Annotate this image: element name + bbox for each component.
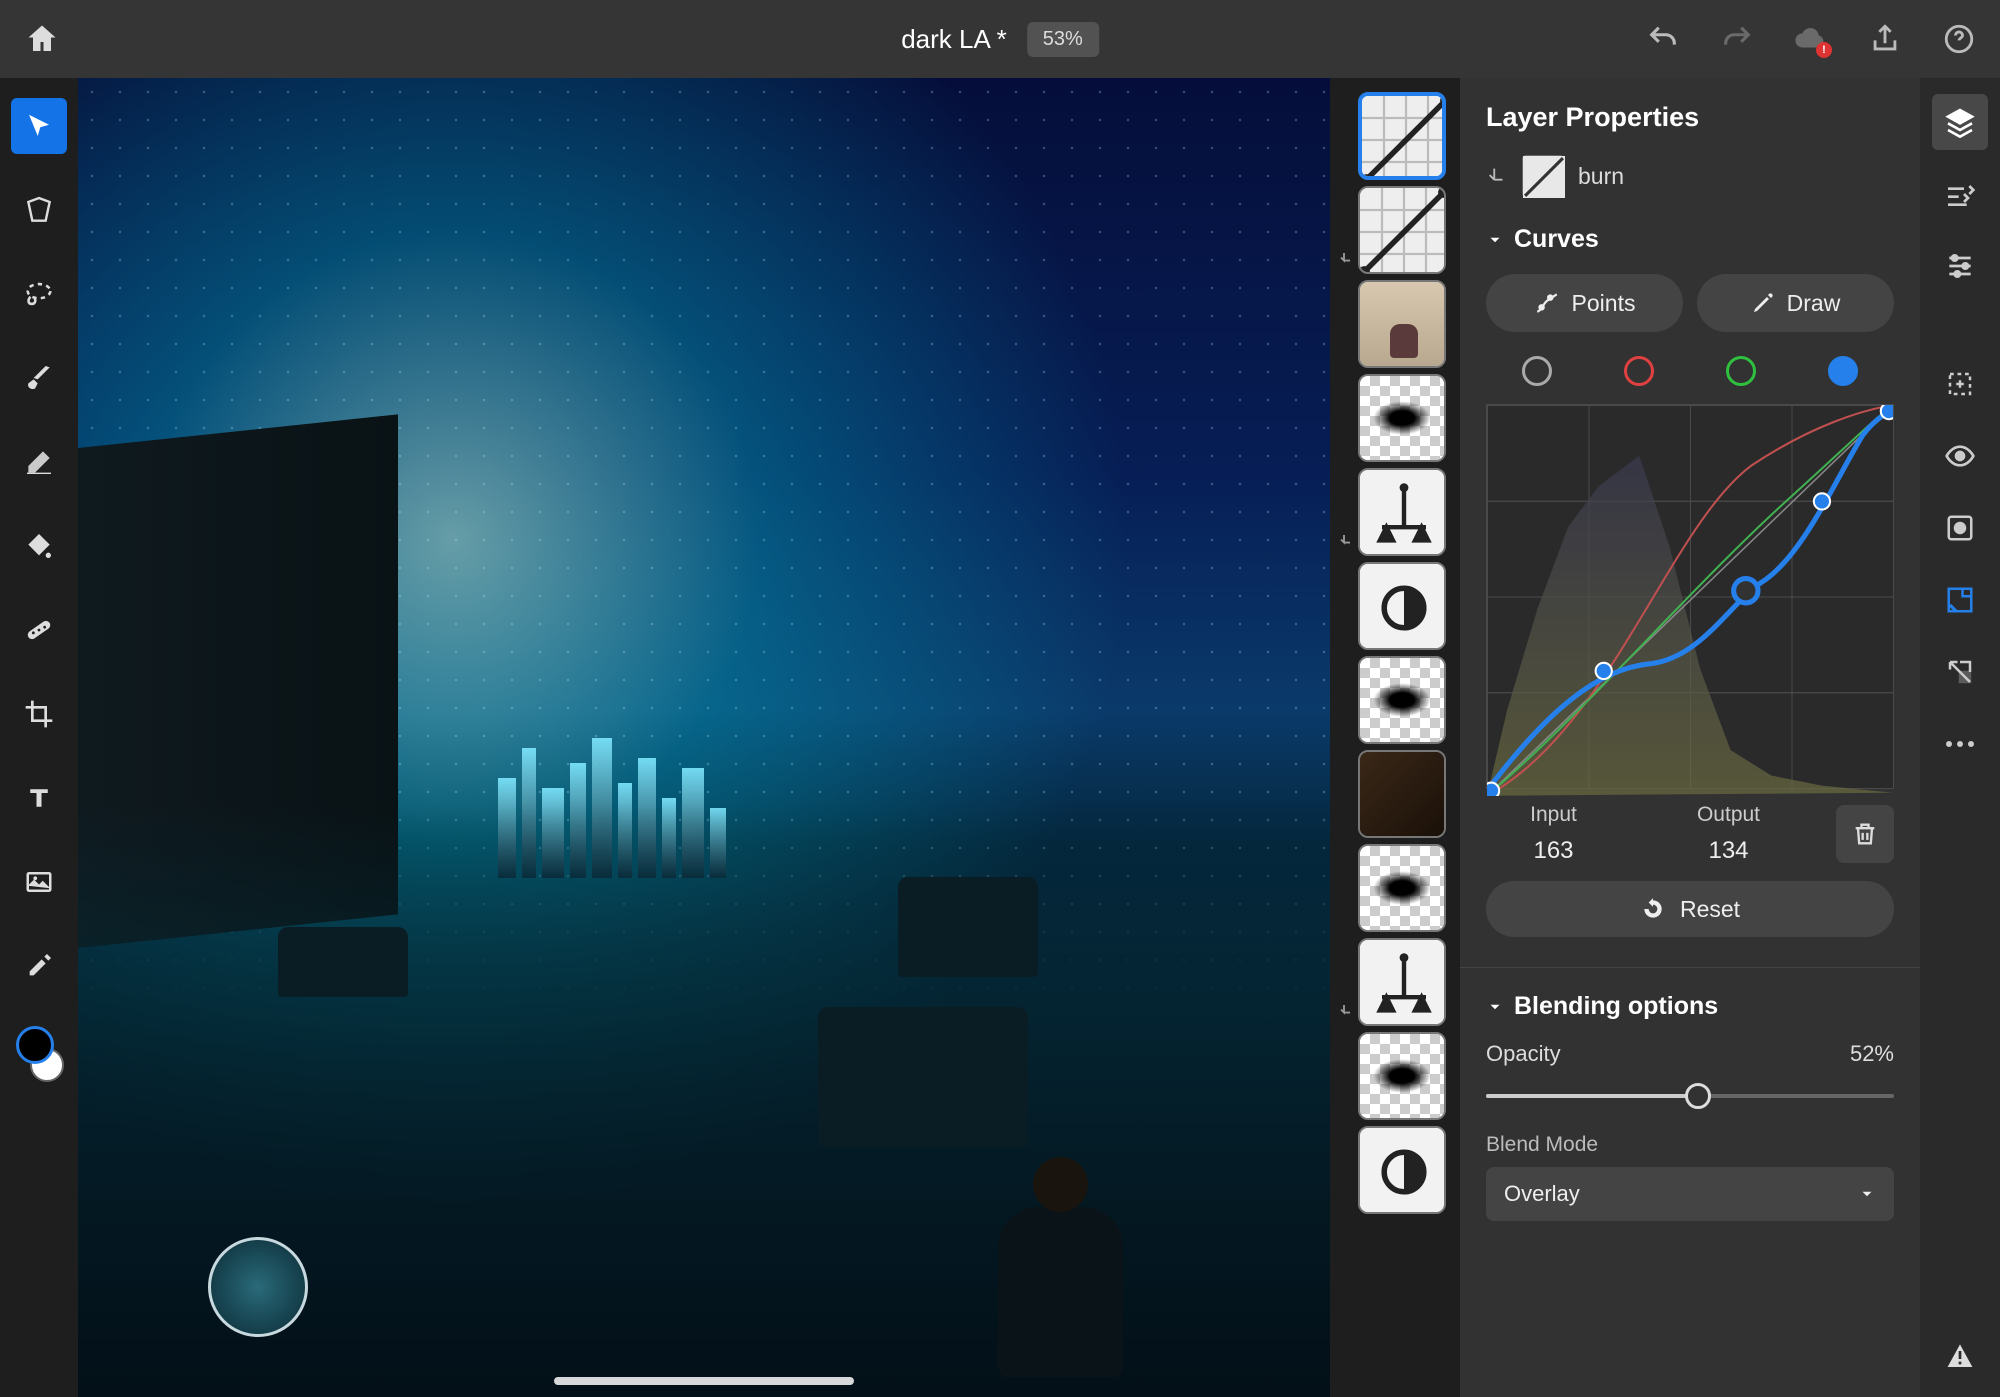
- opacity-slider[interactable]: [1486, 1081, 1894, 1111]
- clip-arrow-icon: [1338, 156, 1356, 174]
- panel-adjustments-icon[interactable]: [1932, 166, 1988, 222]
- app-header: dark LA * 53% !: [0, 0, 2000, 78]
- channel-green[interactable]: [1726, 356, 1756, 386]
- fx-icon[interactable]: [1932, 572, 1988, 628]
- blend-mode-select[interactable]: Overlay: [1486, 1167, 1894, 1221]
- home-icon[interactable]: [24, 21, 60, 57]
- layer-thumb[interactable]: [1338, 656, 1460, 744]
- cloud-sync-icon[interactable]: !: [1794, 22, 1828, 56]
- clip-arrow-icon: [1338, 438, 1356, 456]
- chevron-down-icon: [1858, 1185, 1876, 1203]
- layer-thumb[interactable]: [1338, 844, 1460, 932]
- channel-red[interactable]: [1624, 356, 1654, 386]
- tool-place-image[interactable]: [11, 854, 67, 910]
- reset-button[interactable]: Reset: [1486, 881, 1894, 937]
- channel-selector: [1486, 356, 1894, 386]
- clip-arrow-icon: [1338, 908, 1356, 926]
- tool-type[interactable]: [11, 770, 67, 826]
- color-swatches[interactable]: [14, 1026, 64, 1082]
- output-label: Output: [1661, 803, 1796, 827]
- layer-thumb[interactable]: [1338, 374, 1460, 462]
- clip-arrow-icon: [1338, 720, 1356, 738]
- layer-thumb[interactable]: [1338, 562, 1460, 650]
- clip-icon[interactable]: [1932, 644, 1988, 700]
- channel-blue[interactable]: [1828, 356, 1858, 386]
- tool-rail: [0, 78, 78, 1397]
- layer-thumb[interactable]: [1338, 92, 1460, 180]
- canvas[interactable]: [78, 78, 1330, 1397]
- layer-thumb[interactable]: [1338, 468, 1460, 556]
- layer-thumbnail[interactable]: [1522, 155, 1564, 197]
- mask-icon[interactable]: [1932, 500, 1988, 556]
- layer-name[interactable]: burn: [1578, 163, 1624, 190]
- right-panel-rail: [1920, 78, 2000, 1397]
- zoom-level[interactable]: 53%: [1027, 22, 1099, 57]
- tool-lasso[interactable]: [11, 266, 67, 322]
- tool-eraser[interactable]: [11, 434, 67, 490]
- more-icon[interactable]: [1932, 716, 1988, 772]
- panel-layers-icon[interactable]: [1932, 94, 1988, 150]
- add-layer-icon[interactable]: [1932, 356, 1988, 412]
- canvas-subject: [978, 1157, 1138, 1377]
- layer-thumb[interactable]: [1338, 1126, 1460, 1214]
- foreground-color[interactable]: [16, 1026, 54, 1064]
- opacity-value: 52%: [1850, 1041, 1894, 1067]
- tool-crop[interactable]: [11, 686, 67, 742]
- curves-mode-points[interactable]: Points: [1486, 274, 1683, 332]
- layer-thumb[interactable]: [1338, 280, 1460, 368]
- output-value[interactable]: 134: [1661, 837, 1796, 865]
- clip-arrow-icon: [1338, 1190, 1356, 1208]
- undo-icon[interactable]: [1646, 22, 1680, 56]
- clip-arrow-icon: [1338, 814, 1356, 832]
- opacity-label: Opacity: [1486, 1041, 1561, 1067]
- tool-heal[interactable]: [11, 602, 67, 658]
- chevron-down-icon: [1486, 231, 1504, 249]
- properties-panel: Layer Properties burn Curves Points Draw: [1460, 78, 1920, 1397]
- cloud-badge: !: [1816, 42, 1832, 58]
- layer-thumb[interactable]: [1338, 938, 1460, 1026]
- tool-move[interactable]: [11, 98, 67, 154]
- redo-icon[interactable]: [1720, 22, 1754, 56]
- share-icon[interactable]: [1868, 22, 1902, 56]
- curves-graph[interactable]: [1486, 404, 1894, 789]
- clip-arrow-icon: [1338, 626, 1356, 644]
- panel-title: Layer Properties: [1486, 102, 1894, 133]
- tool-fill[interactable]: [11, 518, 67, 574]
- touch-shortcut[interactable]: [208, 1237, 308, 1337]
- blend-mode-label: Blend Mode: [1486, 1133, 1894, 1157]
- input-label: Input: [1486, 803, 1621, 827]
- clip-indicator-icon: [1486, 165, 1508, 187]
- home-indicator: [554, 1377, 854, 1385]
- delete-point-button[interactable]: [1836, 805, 1894, 863]
- layer-thumb[interactable]: [1338, 186, 1460, 274]
- channel-rgb[interactable]: [1522, 356, 1552, 386]
- tool-eyedropper[interactable]: [11, 938, 67, 994]
- layer-thumb[interactable]: [1338, 1032, 1460, 1120]
- help-icon[interactable]: [1942, 22, 1976, 56]
- document-title: dark LA *: [901, 24, 1007, 55]
- chevron-down-icon: [1486, 998, 1504, 1016]
- tool-transform[interactable]: [11, 182, 67, 238]
- panel-properties-icon[interactable]: [1932, 238, 1988, 294]
- clip-arrow-icon: [1338, 532, 1356, 550]
- clip-arrow-icon: [1338, 1096, 1356, 1114]
- tool-brush[interactable]: [11, 350, 67, 406]
- clip-arrow-icon: [1338, 1002, 1356, 1020]
- clip-arrow-icon: [1338, 250, 1356, 268]
- visibility-icon[interactable]: [1932, 428, 1988, 484]
- warning-icon[interactable]: [1932, 1327, 1988, 1383]
- layers-column: [1330, 78, 1460, 1397]
- section-blending[interactable]: Blending options: [1486, 992, 1894, 1021]
- section-curves[interactable]: Curves: [1486, 225, 1894, 254]
- clip-arrow-icon: [1338, 344, 1356, 362]
- layer-thumb[interactable]: [1338, 750, 1460, 838]
- input-value[interactable]: 163: [1486, 837, 1621, 865]
- curves-mode-draw[interactable]: Draw: [1697, 274, 1894, 332]
